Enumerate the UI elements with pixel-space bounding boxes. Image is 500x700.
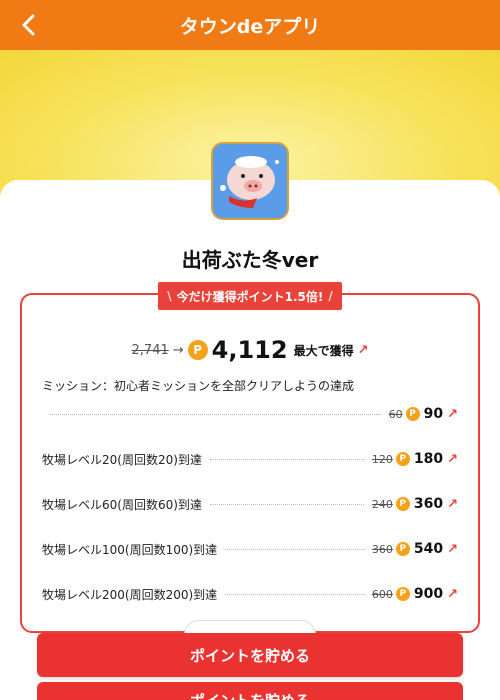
reward-new: 90 — [423, 406, 444, 422]
external-link-icon: ↗ — [447, 496, 458, 512]
reward-row: 牧場レベル100(周回数100)到達 360 P 540 ↗ — [42, 539, 458, 559]
point-coin-icon: P — [395, 452, 410, 466]
app-icon — [211, 142, 289, 220]
mission-text: ミッション：初心者ミッションを全部クリアしようの達成 — [42, 379, 355, 393]
app-name: 出荷ぶた冬ver — [181, 248, 319, 272]
external-link-icon: ↗ — [447, 451, 458, 467]
promo-ribbon: \ 今だけ獲得ポイント1.5倍! / — [158, 282, 342, 310]
promo-text: 今だけ獲得ポイント1.5倍! — [176, 289, 324, 304]
reward-row: 牧場レベル20(周回数20)到達 120 P 180 ↗ — [42, 449, 458, 469]
reward-old: 240 — [371, 497, 393, 511]
reward-label: 牧場レベル100(周回数100)到達 — [42, 542, 218, 557]
reward-old: 60 — [388, 407, 403, 421]
back-button[interactable] — [14, 10, 44, 40]
reward-new: 540 — [413, 541, 444, 557]
point-coin-icon: P — [395, 542, 410, 556]
reward-old: 600 — [371, 587, 393, 601]
point-coin-icon: P — [395, 497, 410, 511]
reward-label: 牧場レベル60(周回数60)到達 — [42, 497, 202, 512]
dotted-leader — [225, 593, 364, 595]
total-new-points: 4,112 — [211, 336, 288, 364]
external-link-icon: ↗ — [447, 586, 458, 602]
dotted-leader — [50, 413, 381, 415]
external-link-icon: ↗ — [447, 406, 458, 422]
chevron-left-icon — [22, 14, 35, 36]
external-link-icon: ↗ — [447, 541, 458, 557]
reward-new: 180 — [413, 451, 444, 467]
dotted-leader — [225, 548, 364, 550]
total-old-points: 2,741 — [131, 342, 169, 358]
point-coin-icon: P — [395, 587, 410, 601]
total-suffix: 最大で獲得 — [293, 343, 354, 358]
external-link-icon: ↗ — [357, 342, 369, 358]
arrow-right-icon: → — [172, 342, 184, 358]
reward-label: 牧場レベル200(周回数200)到達 — [42, 587, 218, 602]
earn-points-button[interactable]: ポイントを貯める — [37, 633, 463, 677]
point-coin-icon: P — [405, 407, 420, 421]
dotted-leader — [209, 503, 364, 505]
reward-label: 牧場レベル20(周回数20)到達 — [42, 452, 202, 467]
dotted-leader — [209, 458, 364, 460]
reward-new: 360 — [413, 496, 444, 512]
slash-icon: \ — [167, 289, 172, 303]
reward-row: 60 P 90 ↗ — [42, 404, 458, 424]
header-title: タウンdeアプリ — [179, 15, 321, 38]
reward-old: 120 — [371, 452, 393, 466]
reward-row: 牧場レベル60(周回数60)到達 240 P 360 ↗ — [42, 494, 458, 514]
app-header: タウンdeアプリ — [0, 0, 500, 50]
reward-row: 牧場レベル200(周回数200)到達 600 P 900 ↗ — [42, 584, 458, 604]
earn-points-button-secondary[interactable]: ポイントを貯める — [37, 682, 463, 700]
total-points: 2,741 → P 4,112 最大で獲得 ↗ — [0, 336, 500, 364]
reward-old: 360 — [371, 542, 393, 556]
slash-icon: / — [328, 289, 333, 303]
reward-new: 900 — [413, 586, 444, 602]
point-coin-icon: P — [187, 340, 208, 360]
